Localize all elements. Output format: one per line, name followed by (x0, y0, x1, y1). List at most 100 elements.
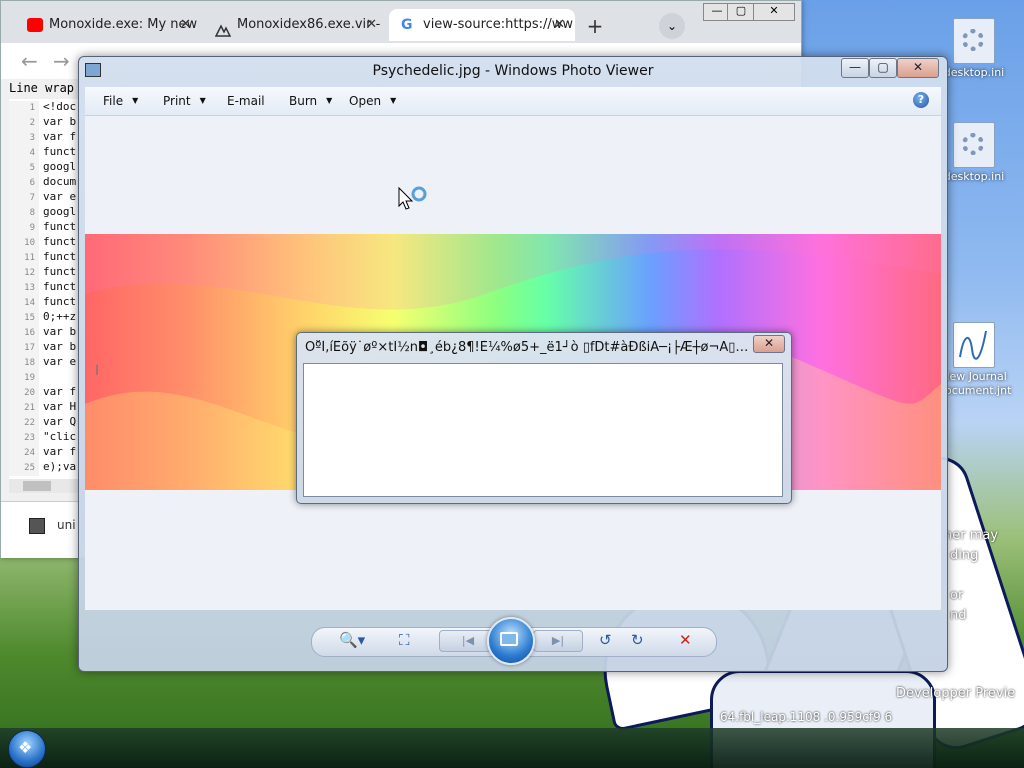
source-code-text: var b (43, 115, 77, 128)
viewer-menubar: File ▼ Print ▼ E-mail Burn ▼ Open ▼ ? (85, 87, 941, 116)
open-menu-label: Open (349, 94, 382, 108)
file-menu-label: File (103, 94, 124, 108)
download-bar: uni (1, 501, 81, 558)
email-menu[interactable]: E-mail (227, 94, 265, 108)
slideshow-icon (500, 632, 518, 646)
tab-close-icon[interactable]: ✕ (554, 9, 565, 41)
taskbar: ❖ (0, 728, 1024, 768)
forward-arrow-icon[interactable]: → (53, 49, 70, 73)
file-menu[interactable]: File ▼ (103, 94, 138, 108)
source-line: 9 funct (9, 219, 85, 236)
source-line: 2 var b (9, 114, 85, 131)
windows-logo-icon: ❖ (18, 738, 33, 757)
tab-label: view-source:https://ww (423, 17, 574, 32)
source-line: 7 var e (9, 189, 85, 206)
popup-close-button[interactable]: ✕ (753, 335, 785, 353)
source-code-text: 0;++z (43, 310, 77, 323)
tab-close-icon[interactable]: ✕ (180, 9, 191, 41)
source-line: 4 funct (9, 144, 85, 161)
tab-label: Monoxide.exe: My new (49, 17, 198, 32)
source-code-text: var e (43, 190, 77, 203)
tab-youtube[interactable]: Monoxide.exe: My new ✕ (15, 9, 201, 41)
download-item-label: uni (57, 518, 76, 532)
source-line: 20 var f (9, 384, 85, 401)
tab-view-source[interactable]: G view-source:https://ww ✕ (389, 9, 575, 41)
source-code-text: funct (43, 235, 77, 248)
settings-file-icon (953, 122, 995, 168)
viewer-titlebar[interactable]: Psychedelic.jpg - Windows Photo Viewer —… (79, 57, 947, 85)
settings-file-icon (953, 18, 995, 64)
source-code-text: var b (43, 340, 77, 353)
popup-title: Òº̌Ì,íÊõÿ˙øº×tÎ½n◘¸éb¿8¶!È¼%ø5+_ë1┘ò ▯fD… (305, 340, 751, 355)
source-line: 13 funct (9, 279, 85, 296)
source-code-text: var Q (43, 415, 77, 428)
browser-close-button[interactable]: ✕ (753, 3, 795, 21)
source-code-text: var f (43, 130, 77, 143)
download-item[interactable]: uni (29, 518, 76, 534)
scrollbar-thumb[interactable] (23, 481, 51, 491)
source-code-text: googl (43, 205, 77, 218)
dropdown-arrow-icon: ▼ (326, 96, 333, 105)
dropdown-arrow-icon: ▼ (390, 96, 397, 105)
line-wrap-toggle[interactable]: Line wrap (1, 81, 89, 99)
new-tab-button[interactable]: + (581, 13, 609, 41)
source-line: 3 var f (9, 129, 85, 146)
source-code-text: funct (43, 280, 77, 293)
back-arrow-icon[interactable]: ← (21, 49, 38, 73)
rotate-clockwise-icon[interactable]: ↻ (631, 631, 644, 649)
open-menu[interactable]: Open ▼ (349, 94, 396, 108)
print-menu-label: Print (163, 94, 191, 108)
email-menu-label: E-mail (227, 94, 265, 108)
slideshow-button[interactable] (487, 617, 535, 665)
viewer-maximize-button[interactable]: ▢ (869, 58, 897, 78)
delete-icon[interactable]: ✕ (679, 631, 692, 649)
viewer-close-button[interactable]: ✕ (897, 58, 939, 78)
rotate-counterclockwise-icon[interactable]: ↺ (599, 631, 612, 649)
browser-tab-strip: Monoxide.exe: My new ✕ Monoxidex86.exe.v… (1, 1, 801, 43)
garbled-popup-window[interactable]: Òº̌Ì,íÊõÿ˙øº×tÎ½n◘¸éb¿8¶!È¼%ø5+_ë1┘ò ▯fD… (296, 332, 792, 504)
viewer-minimize-button[interactable]: — (841, 58, 869, 78)
source-code-text: var f (43, 445, 77, 458)
horizontal-scrollbar[interactable] (9, 479, 85, 493)
source-line: 11 funct (9, 249, 85, 266)
wallpaper-text: ner may (944, 528, 999, 543)
tab-virustotal[interactable]: Monoxidex86.exe.vir - ✕ (203, 9, 387, 41)
dropdown-arrow-icon: ▼ (132, 96, 139, 105)
source-code-text: funct (43, 295, 77, 308)
start-button[interactable]: ❖ (8, 730, 46, 768)
source-line: 14 funct (9, 294, 85, 311)
text-cursor-icon: I (95, 363, 100, 379)
source-line: 21 var H (9, 399, 85, 416)
journal-document-icon (953, 322, 995, 368)
source-line: 5 googl (9, 159, 85, 176)
burn-menu[interactable]: Burn ▼ (289, 94, 332, 108)
tab-search-button[interactable]: ⌄ (659, 13, 685, 39)
tab-close-icon[interactable]: ✕ (366, 9, 377, 41)
source-code-text: var b (43, 325, 77, 338)
source-line: 18 var e (9, 354, 85, 371)
source-line: 19 (9, 369, 85, 386)
next-button[interactable]: ▶| (533, 630, 583, 652)
wallpaper-text: ding (950, 548, 979, 563)
help-icon[interactable]: ? (913, 92, 929, 108)
source-code-text: var H (43, 400, 77, 413)
source-code-panel: 1 <!doc 2 var b 3 var f 4 funct 5 googl 6 docum 7 var… (9, 99, 85, 481)
source-line: 6 docum (9, 174, 85, 191)
source-code-text: <!doc (43, 100, 77, 113)
windows-watermark: Developper Previe (896, 686, 1016, 701)
zoom-icon[interactable]: 🔍▾ (339, 631, 365, 649)
source-line: 22 var Q (9, 414, 85, 431)
source-code-text: funct (43, 220, 77, 233)
browser-maximize-button[interactable]: ▢ (727, 3, 755, 21)
virustotal-icon (214, 18, 232, 37)
source-code-text: docum (43, 175, 77, 188)
source-code-text (39, 370, 43, 383)
source-code-text: googl (43, 160, 77, 173)
download-file-icon (29, 518, 45, 534)
busy-cursor-icon (398, 186, 427, 210)
google-icon: G (401, 17, 413, 33)
tab-label: Monoxidex86.exe.vir - (237, 17, 381, 32)
actual-size-icon[interactable]: ⛶ (399, 631, 410, 649)
dropdown-arrow-icon: ▼ (199, 96, 206, 105)
print-menu[interactable]: Print ▼ (163, 94, 206, 108)
